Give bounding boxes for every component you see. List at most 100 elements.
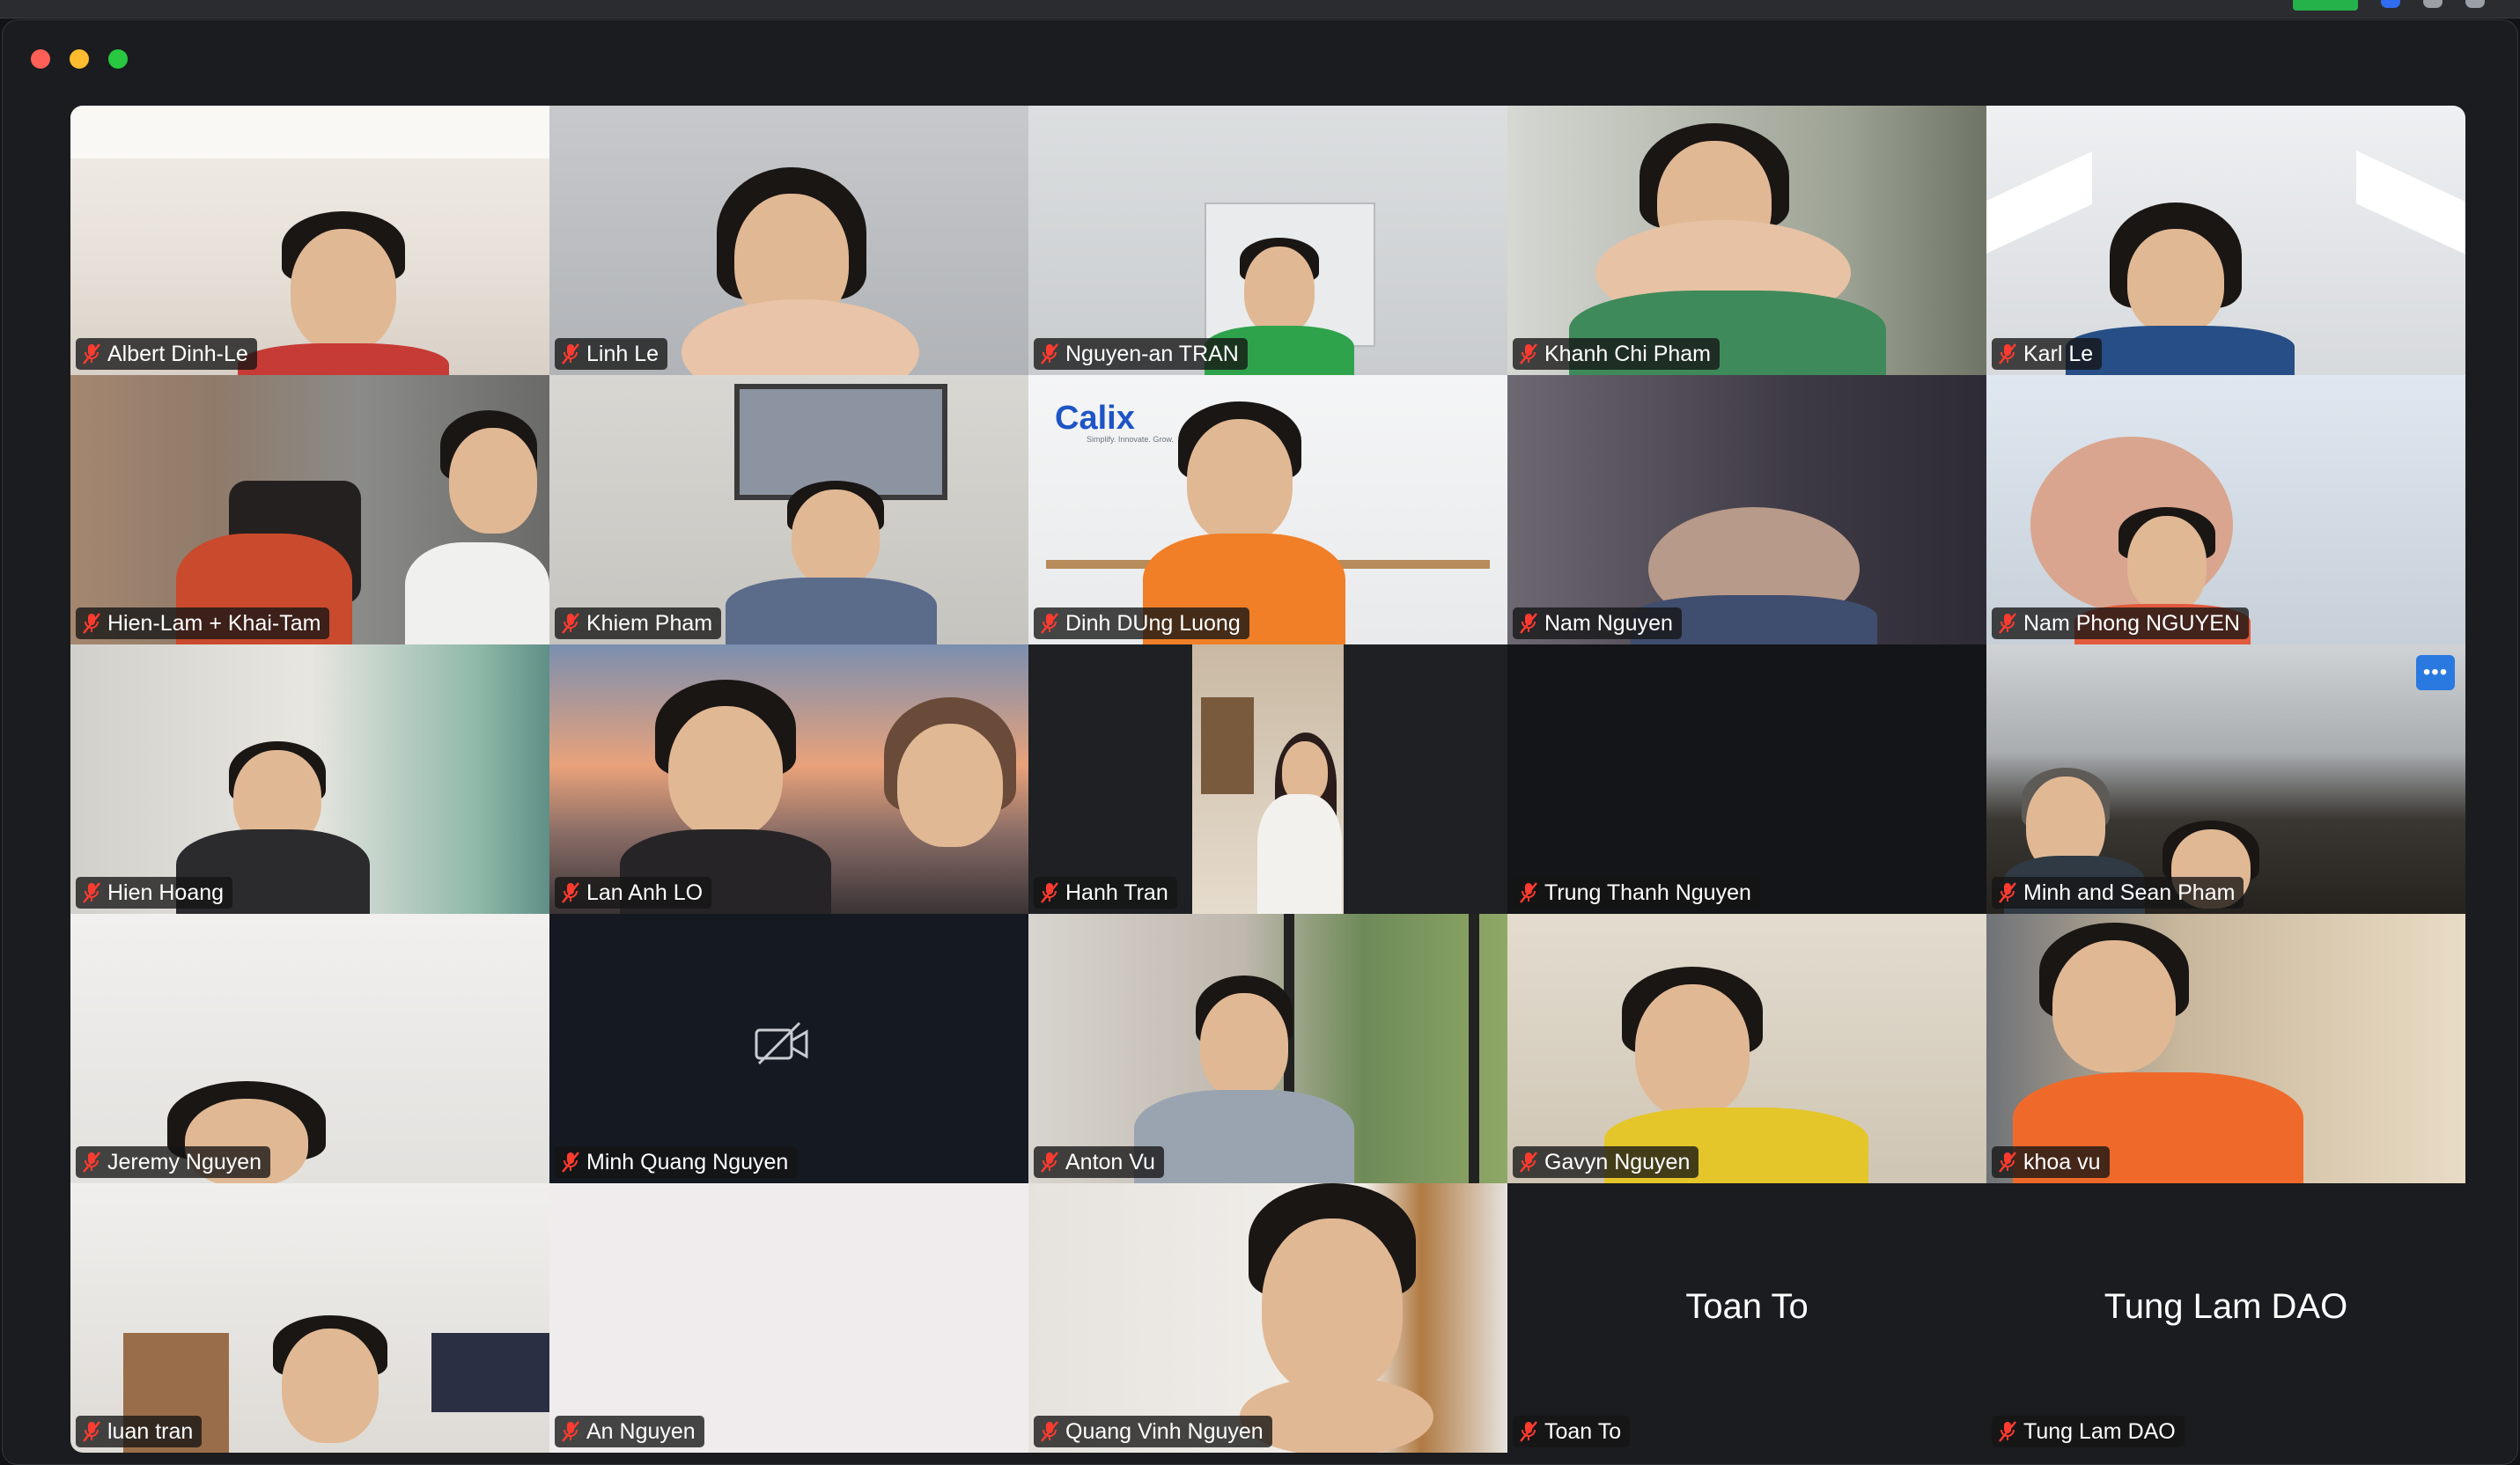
- more-options-icon[interactable]: •••: [2416, 655, 2455, 690]
- participant-name: Quang Vinh Nguyen: [1065, 1418, 1264, 1444]
- video-tile[interactable]: Nguyen-an TRAN: [1028, 106, 1507, 375]
- participant-name: Hanh Tran: [1065, 880, 1168, 905]
- participant-name: Trung Thanh Nguyen: [1544, 880, 1751, 905]
- mic-muted-icon: [1520, 613, 1537, 634]
- status-icon[interactable]: [2465, 0, 2485, 8]
- video-tile[interactable]: Hien Hoang: [70, 644, 549, 914]
- camera-status-chip[interactable]: [2293, 0, 2358, 11]
- participant-name: luan tran: [107, 1418, 194, 1444]
- participant-nametag: Lan Anh LO: [555, 877, 712, 909]
- participant-name: Hien Hoang: [107, 880, 225, 905]
- participant-name: Gavyn Nguyen: [1544, 1149, 1691, 1174]
- minimize-window-button[interactable]: [70, 49, 89, 69]
- video-tile[interactable]: Quang Vinh Nguyen: [1028, 1183, 1507, 1453]
- participant-name: Nguyen-an TRAN: [1065, 341, 1239, 366]
- participant-name: Nam Nguyen: [1544, 610, 1673, 636]
- participant-nametag: Jeremy Nguyen: [76, 1146, 271, 1178]
- video-tile[interactable]: Nam Nguyen: [1507, 375, 1986, 644]
- participant-nametag: Khiem Pham: [555, 607, 722, 639]
- mic-muted-icon: [562, 1152, 579, 1173]
- participant-nametag: Dinh DUng Luong: [1034, 607, 1249, 639]
- participant-name: khoa vu: [2023, 1149, 2101, 1174]
- video-tile[interactable]: Karl Le: [1986, 106, 2465, 375]
- mic-muted-icon: [1520, 882, 1537, 903]
- video-tile[interactable]: Tung Lam DAO Tung Lam DAO: [1986, 1183, 2465, 1453]
- participant-name: Tung Lam DAO: [2023, 1418, 2176, 1444]
- participant-nametag: Trung Thanh Nguyen: [1513, 877, 1760, 909]
- participant-name: Minh and Sean Pham: [2023, 880, 2236, 905]
- participant-name: Linh Le: [586, 341, 659, 366]
- participant-nametag: Minh and Sean Pham: [1992, 877, 2244, 909]
- participant-nametag: Hien Hoang: [76, 877, 233, 909]
- mic-muted-icon: [1041, 343, 1058, 364]
- participant-name: Karl Le: [2023, 341, 2094, 366]
- video-tile[interactable]: Albert Dinh-Le: [70, 106, 549, 375]
- mic-muted-icon: [562, 1421, 579, 1442]
- video-tile[interactable]: Calix Simplify. Innovate. Grow. Dinh DUn…: [1028, 375, 1507, 644]
- participant-nametag: Khanh Chi Pham: [1513, 338, 1721, 370]
- mic-muted-icon: [1041, 1152, 1058, 1173]
- participant-nametag: luan tran: [76, 1416, 203, 1447]
- video-tile[interactable]: khoa vu: [1986, 914, 2465, 1183]
- video-tile[interactable]: Lan Anh LO: [549, 644, 1028, 914]
- mic-muted-icon: [83, 882, 100, 903]
- calix-tagline: Simplify. Innovate. Grow.: [1087, 435, 1174, 444]
- status-icon[interactable]: [2381, 0, 2400, 8]
- participant-nametag: Nguyen-an TRAN: [1034, 338, 1248, 370]
- participant-name: Nam Phong NGUYEN: [2023, 610, 2240, 636]
- mic-muted-icon: [83, 1152, 100, 1173]
- participant-nametag: Anton Vu: [1034, 1146, 1164, 1178]
- video-tile[interactable]: Khanh Chi Pham: [1507, 106, 1986, 375]
- participant-nametag: Linh Le: [555, 338, 668, 370]
- video-tile[interactable]: Nam Phong NGUYEN: [1986, 375, 2465, 644]
- participant-name: Toan To: [1544, 1418, 1622, 1444]
- participant-name: An Nguyen: [586, 1418, 696, 1444]
- participant-nametag: An Nguyen: [555, 1416, 704, 1447]
- participant-display-name: Toan To: [1685, 1287, 1809, 1326]
- mic-muted-icon: [1520, 1421, 1537, 1442]
- video-tile[interactable]: Trung Thanh Nguyen: [1507, 644, 1986, 914]
- zoom-window-button[interactable]: [108, 49, 128, 69]
- participant-name: Minh Quang Nguyen: [586, 1149, 789, 1174]
- participant-nametag: Quang Vinh Nguyen: [1034, 1416, 1272, 1447]
- participant-nametag: Gavyn Nguyen: [1513, 1146, 1699, 1178]
- mic-muted-icon: [1520, 343, 1537, 364]
- video-tile[interactable]: Gavyn Nguyen: [1507, 914, 1986, 1183]
- mic-muted-icon: [1041, 613, 1058, 634]
- mic-muted-icon: [83, 343, 100, 364]
- participant-nametag: Hien-Lam + Khai-Tam: [76, 607, 330, 639]
- mic-muted-icon: [1999, 343, 2016, 364]
- participant-name: Hien-Lam + Khai-Tam: [107, 610, 321, 636]
- video-tile[interactable]: Khiem Pham: [549, 375, 1028, 644]
- video-tile[interactable]: ••• Minh and Sean Pham: [1986, 644, 2465, 914]
- status-icon[interactable]: [2423, 0, 2443, 8]
- video-tile[interactable]: Hanh Tran: [1028, 644, 1507, 914]
- mic-muted-icon: [1999, 613, 2016, 634]
- camera-off-icon: [755, 1021, 808, 1065]
- mic-muted-icon: [1520, 1152, 1537, 1173]
- mic-muted-icon: [83, 1421, 100, 1442]
- video-tile[interactable]: Linh Le: [549, 106, 1028, 375]
- video-tile[interactable]: Anton Vu: [1028, 914, 1507, 1183]
- mic-muted-icon: [1041, 1421, 1058, 1442]
- participant-name: Lan Anh LO: [586, 880, 704, 905]
- participant-nametag: khoa vu: [1992, 1146, 2110, 1178]
- mic-muted-icon: [83, 613, 100, 634]
- video-tile[interactable]: Jeremy Nguyen: [70, 914, 549, 1183]
- participant-nametag: Nam Phong NGUYEN: [1992, 607, 2249, 639]
- video-tile[interactable]: Toan To Toan To: [1507, 1183, 1986, 1453]
- close-window-button[interactable]: [31, 49, 50, 69]
- mic-muted-icon: [562, 613, 579, 634]
- participant-name: Anton Vu: [1065, 1149, 1155, 1174]
- video-tile[interactable]: Hien-Lam + Khai-Tam: [70, 375, 549, 644]
- video-tile[interactable]: Minh Quang Nguyen: [549, 914, 1028, 1183]
- calix-logo: Calix: [1055, 400, 1135, 437]
- participant-name: Albert Dinh-Le: [107, 341, 248, 366]
- video-tile[interactable]: luan tran: [70, 1183, 549, 1453]
- participant-nametag: Hanh Tran: [1034, 877, 1177, 909]
- participant-name: Dinh DUng Luong: [1065, 610, 1241, 636]
- participant-nametag: Karl Le: [1992, 338, 2103, 370]
- participant-nametag: Minh Quang Nguyen: [555, 1146, 798, 1178]
- mic-muted-icon: [562, 882, 579, 903]
- video-tile[interactable]: An Nguyen: [549, 1183, 1028, 1453]
